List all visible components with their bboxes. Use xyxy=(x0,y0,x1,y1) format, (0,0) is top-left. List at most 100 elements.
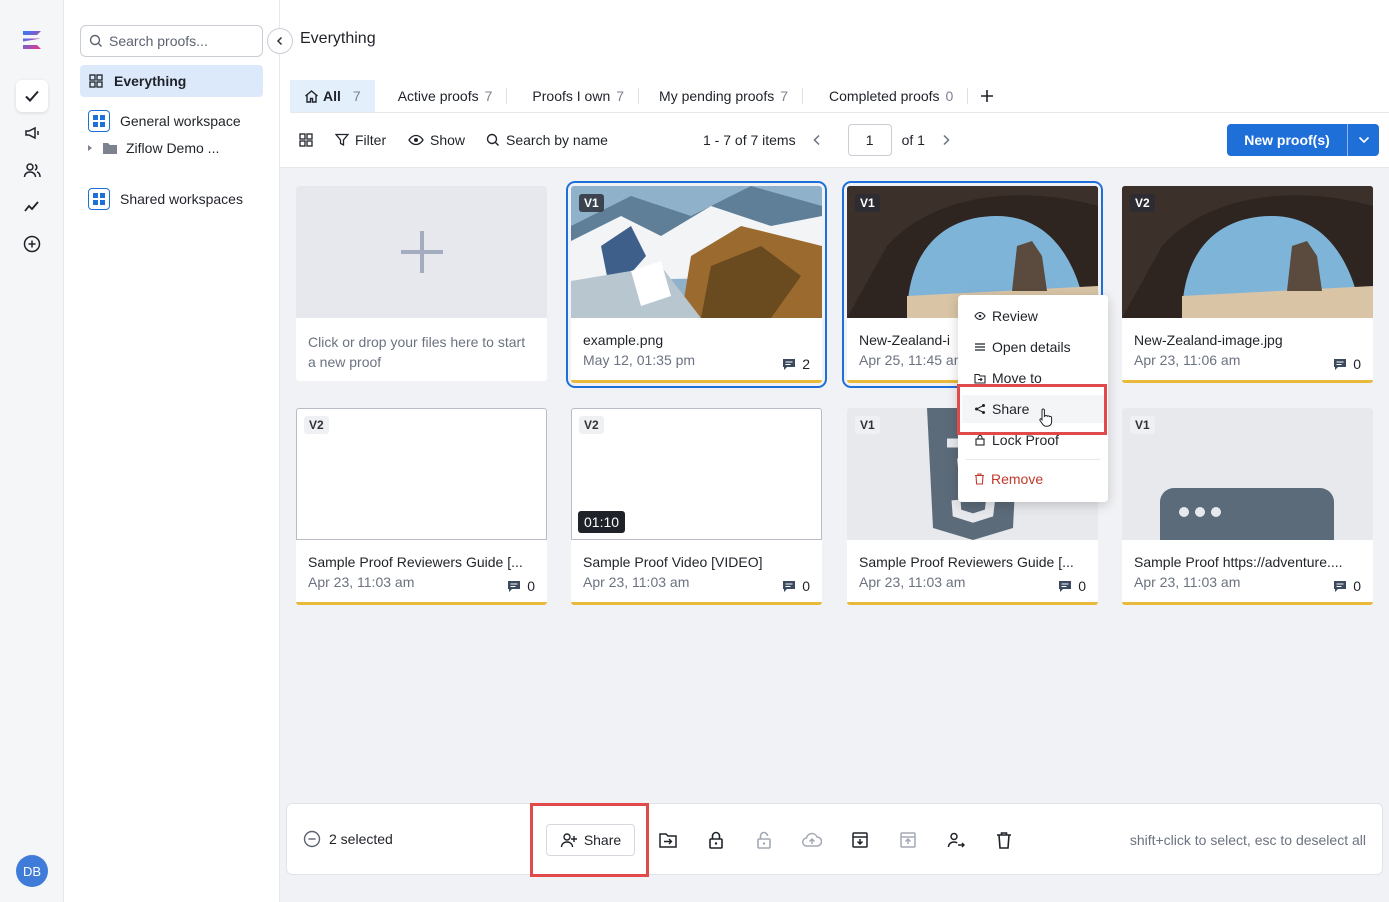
sidebar-item-general-workspace[interactable]: General workspace xyxy=(80,105,263,137)
user-transfer-icon xyxy=(947,832,965,848)
tab-all[interactable]: All 7 xyxy=(290,80,375,112)
deselect-icon[interactable] xyxy=(303,830,321,848)
view-toggle-button[interactable] xyxy=(298,124,314,156)
tab-label: My pending proofs xyxy=(659,88,775,104)
proof-meta: Sample Proof https://adventure.... Apr 2… xyxy=(1134,554,1361,594)
status-bar xyxy=(571,380,822,383)
folder-move-icon xyxy=(974,373,986,384)
create-nav-button[interactable] xyxy=(16,228,48,260)
bulk-share-button[interactable]: Share xyxy=(546,824,635,856)
proof-card[interactable]: V1 example.png May 12, 01:35 pm 2 xyxy=(566,181,827,388)
tab-divider xyxy=(802,88,804,104)
tab-my-pending-proofs[interactable]: My pending proofs 7 xyxy=(645,80,802,112)
new-proof-dropdown[interactable] xyxy=(1348,136,1379,144)
add-circle-icon xyxy=(23,235,41,253)
sidebar-search-input[interactable]: Search proofs... xyxy=(80,25,263,57)
filter-icon xyxy=(335,133,349,147)
proof-date: Apr 23, 11:03 am xyxy=(308,574,415,590)
tab-count: 7 xyxy=(780,88,789,104)
bulk-unlock-button[interactable] xyxy=(754,830,774,850)
menu-item-remove[interactable]: Remove xyxy=(958,465,1108,493)
comment-count-value: 0 xyxy=(802,578,810,594)
sidebar-item-everything[interactable]: Everything xyxy=(80,65,263,97)
status-bar xyxy=(296,602,547,605)
bulk-assign-owner-button[interactable] xyxy=(946,830,966,850)
comment-icon xyxy=(1334,580,1347,592)
status-bar xyxy=(847,602,1098,605)
toolbar-divider xyxy=(280,167,1389,168)
menu-item-review[interactable]: Review xyxy=(958,302,1108,330)
users-nav-button[interactable] xyxy=(16,154,48,186)
proof-date: Apr 23, 11:03 am xyxy=(1134,574,1241,590)
comment-count: 0 xyxy=(1058,578,1086,594)
unlock-icon xyxy=(757,831,771,849)
menu-item-label: Move to xyxy=(992,370,1042,386)
proofs-nav-button[interactable] xyxy=(16,80,48,112)
workspace-icon xyxy=(88,188,110,210)
bulk-unarchive-button[interactable] xyxy=(898,830,918,850)
search-by-name-button[interactable]: Search by name xyxy=(486,124,608,156)
add-user-icon xyxy=(560,833,577,848)
sidebar: Search proofs... Everything General work… xyxy=(64,0,293,902)
collapse-sidebar-button[interactable] xyxy=(267,28,293,54)
home-icon xyxy=(305,89,318,103)
menu-item-open-details[interactable]: Open details xyxy=(958,333,1108,361)
comment-count-value: 0 xyxy=(1353,356,1361,372)
items-range: 1 - 7 of 7 items xyxy=(703,132,796,148)
sidebar-item-shared-workspaces[interactable]: Shared workspaces xyxy=(80,183,263,215)
folder-move-icon xyxy=(659,833,677,848)
upload-drop-zone[interactable]: Click or drop your files here to start a… xyxy=(296,186,547,381)
proof-card[interactable]: V1 Sample Proof https://adventure.... Ap… xyxy=(1122,408,1373,605)
page-number-input[interactable]: 1 xyxy=(847,124,892,156)
tab-completed-proofs[interactable]: Completed proofs 0 xyxy=(815,80,967,112)
search-icon xyxy=(89,34,102,47)
chevron-right-icon[interactable] xyxy=(941,134,951,146)
tab-label: Completed proofs xyxy=(829,88,940,104)
new-proof-button[interactable]: New proof(s) xyxy=(1227,124,1379,156)
comment-count-value: 0 xyxy=(1353,578,1361,594)
comment-count-value: 0 xyxy=(1078,578,1086,594)
status-bar xyxy=(1122,602,1373,605)
selection-hint: shift+click to select, esc to deselect a… xyxy=(1129,832,1366,848)
bulk-upload-button[interactable] xyxy=(802,830,822,850)
show-button[interactable]: Show xyxy=(408,124,465,156)
menu-item-move-to[interactable]: Move to xyxy=(958,364,1108,392)
add-tab-button[interactable] xyxy=(968,80,1006,112)
menu-divider xyxy=(966,459,1100,460)
tab-label: Proofs I own xyxy=(532,88,611,104)
selected-label: 2 selected xyxy=(329,831,393,847)
proof-card[interactable]: V2 New-Zealand-image.jpg Apr 23, 11:06 a… xyxy=(1122,186,1373,383)
status-bar xyxy=(571,602,822,605)
menu-item-label: Lock Proof xyxy=(992,432,1059,448)
comment-count: 0 xyxy=(507,578,535,594)
menu-item-lock-proof[interactable]: Lock Proof xyxy=(958,426,1108,454)
comment-icon xyxy=(783,358,796,370)
tab-proofs-i-own[interactable]: Proofs I own 7 xyxy=(518,80,638,112)
chevron-left-icon[interactable] xyxy=(812,134,822,146)
tab-divider xyxy=(638,88,640,104)
bulk-archive-button[interactable] xyxy=(850,830,870,850)
ziflow-logo[interactable] xyxy=(20,28,44,52)
tab-active-proofs[interactable]: Active proofs 7 xyxy=(384,80,507,112)
filter-button[interactable]: Filter xyxy=(335,124,386,156)
menu-item-label: Review xyxy=(992,308,1038,324)
bulk-delete-button[interactable] xyxy=(994,830,1014,850)
proof-name: Sample Proof Video [VIDEO] xyxy=(583,554,763,570)
proof-card[interactable]: 01:10 V2 Sample Proof Video [VIDEO] Apr … xyxy=(571,408,822,605)
selection-count[interactable]: 2 selected xyxy=(303,830,393,848)
comment-icon xyxy=(508,580,521,592)
comment-count: 0 xyxy=(782,578,810,594)
bulk-lock-button[interactable] xyxy=(706,830,726,850)
sidebar-item-ziflow-demo[interactable]: Ziflow Demo ... xyxy=(86,140,219,156)
proof-card[interactable]: V2 Sample Proof Reviewers Guide [... Apr… xyxy=(296,408,547,605)
caret-right-icon[interactable] xyxy=(86,144,94,152)
user-avatar[interactable]: DB xyxy=(16,855,48,887)
campaigns-nav-button[interactable] xyxy=(16,117,48,149)
bulk-move-button[interactable] xyxy=(658,830,678,850)
tab-count: 7 xyxy=(484,88,493,104)
reports-nav-button[interactable] xyxy=(16,190,48,222)
show-label: Show xyxy=(430,132,466,148)
menu-item-share[interactable]: Share xyxy=(962,395,1104,427)
version-badge: V1 xyxy=(855,194,880,212)
comment-count: 0 xyxy=(1333,356,1361,372)
